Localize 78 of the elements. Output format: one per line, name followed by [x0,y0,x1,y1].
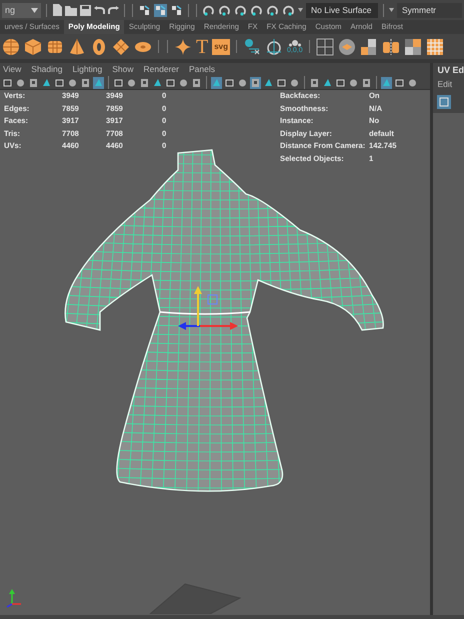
live-surface-field: No Live Surface [306,2,378,18]
viewport-tool-icon[interactable] [335,76,346,88]
sphere-icon[interactable] [2,38,20,56]
save-icon[interactable] [80,4,92,16]
blocks-icon[interactable] [360,38,378,56]
panel-menu[interactable]: Lighting [72,63,102,76]
viewport-tool-icon[interactable] [322,76,333,88]
folder-icon[interactable] [65,4,78,16]
viewport-tool-icon[interactable] [165,76,176,88]
split-icon[interactable] [382,38,400,56]
panel-menu[interactable]: Shading [31,63,62,76]
viewport-tool-icon[interactable] [211,76,222,88]
viewport-tool-icon[interactable] [237,76,248,88]
magnet-icon[interactable] [202,4,216,16]
pivot-icon[interactable] [265,38,284,56]
caret-icon [31,8,38,12]
dots-icon [288,38,301,46]
viewport-tool-icon[interactable] [41,76,52,88]
viewport-tool-icon[interactable] [2,76,13,88]
panel-menu[interactable]: Show [112,63,134,76]
panel-menu[interactable]: View [3,63,22,76]
select-component-icon[interactable] [170,4,184,16]
redo-icon[interactable] [108,6,120,14]
viewport-tool-icon[interactable] [224,76,235,88]
viewport-tool-icon[interactable] [15,76,26,88]
symmetry-dropdown[interactable]: Symmetr [397,2,462,18]
viewport-tool-icon[interactable] [348,76,359,88]
viewport-tool-icon[interactable] [139,76,150,88]
magnet-icon[interactable] [250,4,264,16]
new-file-icon[interactable] [52,4,62,16]
viewport-tool-icon[interactable] [80,76,91,88]
sparkle-icon[interactable] [174,38,192,56]
viewport-tool-icon[interactable] [67,76,78,88]
panel-menu[interactable]: Panels [188,63,215,76]
viewport-tool-icon[interactable] [28,76,39,88]
history-icon[interactable] [243,38,262,56]
viewport-tool-icon[interactable] [407,76,418,88]
viewport-tool-icon[interactable] [381,76,392,88]
svg-tool-button[interactable]: svg [212,38,230,54]
viewport-tool-icon[interactable] [93,76,104,88]
magnet-icon[interactable] [266,4,280,16]
viewport-tool-icon[interactable] [276,76,287,88]
viewport-tool-icon[interactable] [309,76,320,88]
caret-icon[interactable] [389,8,394,12]
select-object-icon[interactable] [154,4,168,16]
grid-icon[interactable] [316,38,334,56]
magnet-icon[interactable] [234,4,248,16]
mode-dropdown[interactable]: ng [2,2,42,18]
viewport-tool-icon[interactable] [113,76,124,88]
layers-icon[interactable] [338,38,356,56]
cone-icon[interactable] [68,38,86,56]
panel-menu[interactable]: Renderer [144,63,179,76]
text-tool-button[interactable]: T [196,36,208,56]
viewport-tool-icon[interactable] [250,76,261,88]
torus-icon[interactable] [90,38,108,56]
viewport-tool-icon[interactable] [126,76,137,88]
viewport-tool-icon[interactable] [152,76,163,88]
viewport-tool-icon[interactable] [289,76,300,88]
viewport-tool-icon[interactable] [361,76,372,88]
cube-icon[interactable] [24,38,42,56]
magnet-icon[interactable] [218,4,232,16]
uv-tool-icon[interactable] [437,95,452,109]
magnet-icon[interactable] [282,4,296,16]
select-hierarchy-icon[interactable] [138,4,152,16]
mesh-grid-icon[interactable] [426,38,444,56]
viewport-tool-icon[interactable] [394,76,405,88]
diamond-icon[interactable] [112,38,130,56]
caret-icon[interactable] [298,8,304,12]
viewport-tool-icon[interactable] [178,76,189,88]
panel-title: UV Ed [436,64,464,77]
viewport-tool-icon[interactable] [191,76,202,88]
checker-icon[interactable] [404,38,422,56]
viewport-tool-icon[interactable] [54,76,65,88]
undo-icon[interactable] [94,6,106,14]
panel-menu[interactable]: Edit [433,77,464,91]
axis-indicator-icon [6,589,21,608]
viewport-tool-icon[interactable] [263,76,274,88]
move-manipulator-icon[interactable] [178,286,238,330]
